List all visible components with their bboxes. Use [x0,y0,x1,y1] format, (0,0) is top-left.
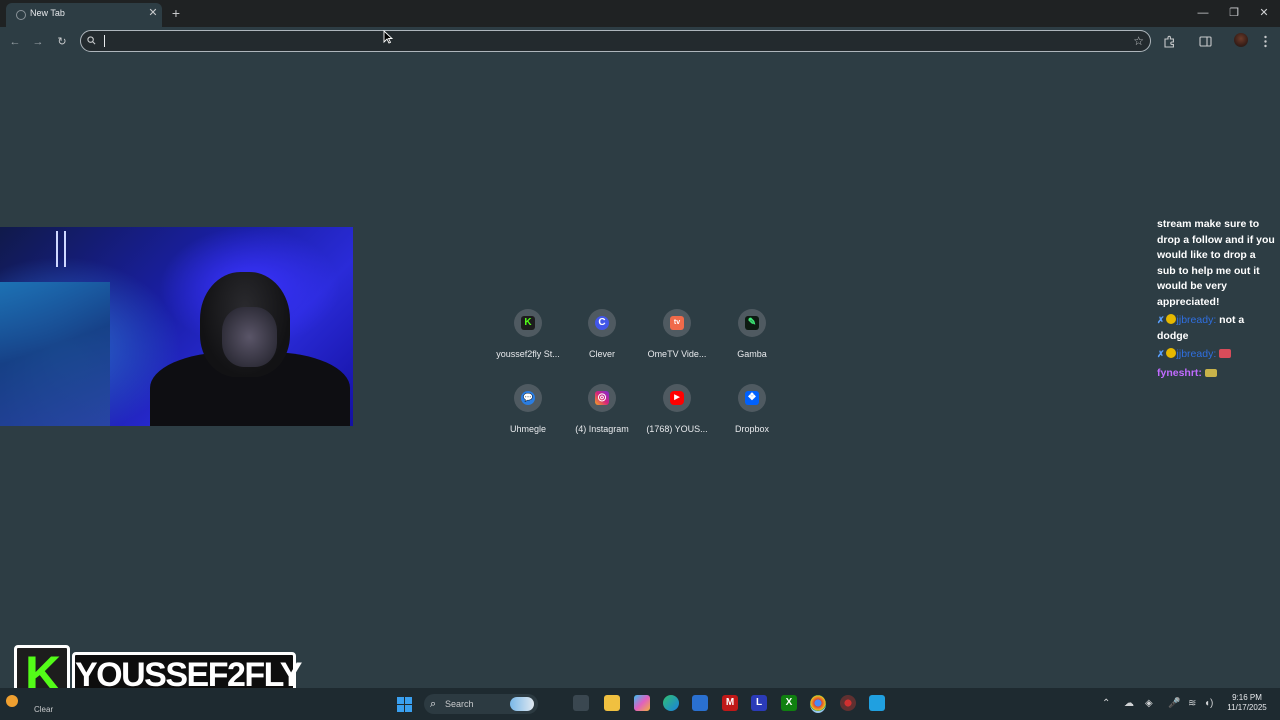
shortcut-label: Gamba [737,349,767,359]
shortcut-tile[interactable]: 💬 Uhmegle [488,384,568,448]
extensions-icon[interactable] [1163,35,1176,48]
shortcut-tile[interactable]: K youssef2fly St... [488,309,568,373]
onedrive-icon[interactable]: ☁ [1124,697,1134,711]
tab-title: New Tab [30,8,65,18]
uhmegle-icon: 💬 [514,384,542,412]
file-explorer-icon[interactable] [604,695,620,711]
shortcut-tile[interactable]: C Clever [562,309,642,373]
stream-chat-overlay: stream make sure to drop a follow and if… [1157,217,1277,384]
tab-new-tab[interactable]: New Tab ✕ [6,3,162,27]
sword-badge-icon: ✗ [1157,315,1165,325]
side-panel-icon[interactable] [1199,35,1212,48]
shortcut-label: Uhmegle [509,424,547,434]
chat-username: jjbready: [1176,348,1217,360]
shortcut-tile[interactable]: ▶ (1768) YOUS... [637,384,717,448]
youtube-icon: ▶ [663,384,691,412]
profile-avatar[interactable] [1234,33,1248,47]
shortcut-label: (1768) YOUS... [646,424,708,434]
edge-icon[interactable] [663,695,679,711]
taskbar-search-placeholder: Search [445,699,474,709]
launcher-icon[interactable]: L [751,695,767,711]
mouse-cursor-icon [383,30,393,44]
clock-time: 9:16 PM [1232,693,1262,702]
emote-icon [1204,368,1217,377]
menu-icon[interactable] [1263,35,1268,48]
webcam-overlay [0,227,353,426]
shortcut-tile[interactable]: tv OmeTV Vide... [637,309,717,373]
webcam-desk-lights [0,282,110,426]
address-bar[interactable]: ☆ [80,30,1151,52]
chat-message: ✗ jjbready: not a dodge [1157,313,1277,344]
close-window-button[interactable]: ✕ [1254,4,1274,22]
task-view-icon[interactable] [573,695,589,711]
search-icon: ⌕ [430,698,437,710]
shortcut-label: OmeTV Vide... [647,349,707,359]
weather-label: Clear [34,705,54,714]
chat-username: fyneshrt: [1157,366,1202,379]
xbox-icon[interactable]: X [781,695,797,711]
emote-icon [1219,349,1232,358]
shortcut-tile[interactable]: ❖ Dropbox [712,384,792,448]
microphone-icon[interactable]: 🎤 [1168,697,1180,711]
clock-date: 11/17/2025 [1227,703,1267,712]
webcam-streamer-face [222,307,277,367]
start-icon[interactable] [397,697,412,712]
clever-icon: C [588,309,616,337]
app-icon[interactable] [869,695,885,711]
tab-close-button[interactable]: ✕ [147,6,159,20]
chat-message: ✗ jjbready: [1157,347,1277,363]
minimize-button[interactable]: — [1193,4,1213,22]
instagram-icon: ◎ [588,384,616,412]
back-button[interactable]: ← [6,33,24,51]
new-tab-button[interactable]: + [168,4,184,22]
webcam-lamp [56,231,66,267]
sword-badge-icon: ✗ [1157,349,1165,359]
address-input[interactable] [103,33,1103,49]
text-caret [104,35,105,47]
weather-widget[interactable]: Clear [6,691,66,719]
shortcut-tile[interactable]: ✎ Gamba [712,309,792,373]
tray-overflow-icon[interactable]: ⌃ [1102,697,1110,711]
reload-button[interactable]: ↻ [53,33,71,51]
wifi-icon[interactable]: ≋ [1188,697,1196,711]
shortcut-label: Dropbox [734,424,770,434]
app-tray-icon[interactable]: ◈ [1145,697,1153,711]
bookmark-star-icon[interactable]: ☆ [1133,33,1144,49]
store-icon[interactable] [692,695,708,711]
gamba-icon: ✎ [738,309,766,337]
chat-message: stream make sure to drop a follow and if… [1157,218,1275,308]
maximize-button[interactable]: ❐ [1224,4,1244,22]
forward-button[interactable]: → [29,33,47,51]
system-clock[interactable]: 9:16 PM 11/17/2025 [1222,693,1272,713]
new-tab-favicon-icon [16,10,26,20]
windows-taskbar: Clear ⌕ Search M L X ⌃ ☁ ◈ 🎤 ≋ ◖) 9:16 P… [0,688,1280,720]
chrome-alt-icon[interactable] [840,695,856,711]
taskbar-search[interactable]: ⌕ Search [424,694,538,714]
sub-badge-icon [1165,314,1176,324]
shortcut-label: Clever [588,349,615,359]
chat-username: jjbready: [1176,314,1217,326]
browser-toolbar: ← → ↻ ☆ [0,27,1280,57]
kick-icon: K [514,309,542,337]
tab-strip: New Tab ✕ + — ❐ ✕ [0,0,1280,27]
copilot-icon[interactable] [634,695,650,711]
sub-badge-icon [1165,348,1176,358]
chrome-icon[interactable] [810,695,826,713]
volume-icon[interactable]: ◖) [1204,697,1213,711]
ometv-icon: tv [663,309,691,337]
search-highlight-icon [510,697,534,711]
shortcut-label: youssef2fly St... [496,349,560,359]
search-icon [87,36,96,45]
dropbox-icon: ❖ [738,384,766,412]
shortcut-label: (4) Instagram [575,424,629,434]
mcafee-icon[interactable]: M [722,695,738,711]
shortcut-tile[interactable]: ◎ (4) Instagram [562,384,642,448]
chat-message: fyneshrt: [1157,366,1277,382]
weather-moon-icon [6,695,18,707]
